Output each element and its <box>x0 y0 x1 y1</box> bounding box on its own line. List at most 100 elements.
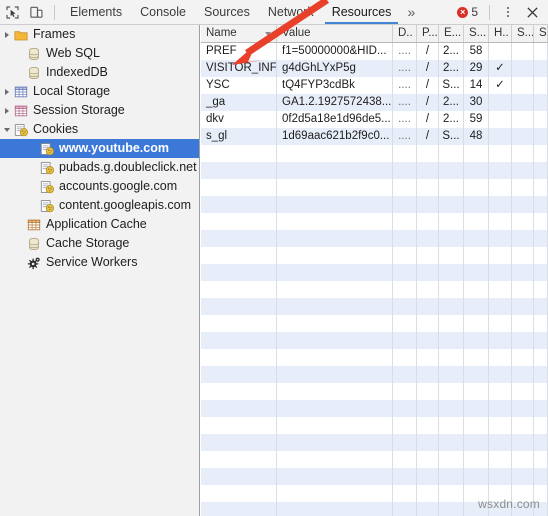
cell-empty <box>417 196 439 213</box>
inspect-element-icon[interactable] <box>0 0 24 24</box>
cell-empty <box>393 451 417 468</box>
tab-resources[interactable]: Resources <box>323 0 401 24</box>
table-row-empty <box>201 230 548 247</box>
cell-empty <box>439 179 464 196</box>
table-row-empty <box>201 451 548 468</box>
table-orange-icon <box>26 217 42 233</box>
resources-sidebar-tree[interactable]: Frames Web SQL IndexedDB Local Storage Sessi… <box>0 25 200 516</box>
sidebar-item-label: Web SQL <box>46 46 100 60</box>
column-header-path[interactable]: P... <box>417 25 439 42</box>
column-header-httponly[interactable]: H.. <box>489 25 512 42</box>
cell-empty <box>439 315 464 332</box>
sidebar-item-local-storage[interactable]: Local Storage <box>0 82 199 101</box>
cell-empty <box>534 247 548 264</box>
cell-value: tQ4FYP3cdBk <box>277 77 393 94</box>
cell-empty <box>512 332 534 349</box>
cell-size: 48 <box>464 128 489 145</box>
table-row[interactable]: PREF f1=50000000&HID......./2... 58 <box>201 43 548 60</box>
tab-sources[interactable]: Sources <box>195 0 259 24</box>
device-toolbar-icon[interactable] <box>24 0 48 24</box>
table-row-empty <box>201 468 548 485</box>
sidebar-item-web-sql[interactable]: Web SQL <box>0 44 199 63</box>
table-row-empty <box>201 196 548 213</box>
cell-empty <box>417 162 439 179</box>
chevron-right-icon[interactable] <box>0 82 13 101</box>
error-count: 5 <box>471 5 478 19</box>
column-header-secure[interactable]: S... <box>512 25 534 42</box>
cell-empty <box>534 349 548 366</box>
cell-empty <box>512 298 534 315</box>
cell-expires: 2... <box>439 60 464 77</box>
cell-empty <box>201 400 277 417</box>
cell-empty <box>417 213 439 230</box>
column-header-domain[interactable]: D.. <box>393 25 417 42</box>
cell-empty <box>512 281 534 298</box>
toolbar-divider <box>54 4 55 20</box>
sidebar-item-label: Cookies <box>33 122 79 136</box>
tab-elements[interactable]: Elements <box>61 0 131 24</box>
sidebar-item-cache-storage[interactable]: Cache Storage <box>0 234 199 253</box>
table-row-empty <box>201 383 548 400</box>
table-row[interactable]: s_gl 1d69aac621b2f9c0....... / S... 48 <box>201 128 548 145</box>
table-row[interactable]: VISITOR_INF...g4dGhLYxP5g..../2...29✓ <box>201 60 548 77</box>
cell-empty <box>393 196 417 213</box>
sidebar-item-session-storage[interactable]: Session Storage <box>0 101 199 120</box>
cell-expires: 2... <box>439 94 464 111</box>
devtools-toolbar: Elements Console Sources Network Resourc… <box>0 0 548 25</box>
cell-empty <box>277 247 393 264</box>
cell-path: / <box>417 43 439 60</box>
table-row[interactable]: YSC tQ4FYP3cdBk.... / S... 14 ✓ <box>201 77 548 94</box>
tab-console[interactable]: Console <box>131 0 195 24</box>
cell-empty <box>439 349 464 366</box>
sidebar-item-cookies[interactable]: Cookies <box>0 120 199 139</box>
cell-value: 0f2d5a18e1d96de5... <box>277 111 393 128</box>
kebab-menu-icon[interactable] <box>496 0 520 24</box>
column-header-size[interactable]: S... <box>464 25 489 42</box>
cell-expires: 2... <box>439 43 464 60</box>
cell-samesite <box>534 111 548 128</box>
chevron-down-icon[interactable] <box>0 120 13 139</box>
cell-samesite <box>534 128 548 145</box>
cell-empty <box>417 315 439 332</box>
sidebar-item-content-googleapis-com[interactable]: content.googleapis.com <box>0 196 199 215</box>
sidebar-item-pubads-g-doubleclick-net[interactable]: pubads.g.doubleclick.net <box>0 158 199 177</box>
column-header-samesite[interactable]: S... <box>534 25 548 42</box>
cell-empty <box>201 247 277 264</box>
column-header-value[interactable]: Value <box>277 25 393 42</box>
folder-icon <box>13 27 29 43</box>
chevron-right-icon[interactable] <box>0 25 13 44</box>
cell-name: YSC <box>201 77 277 94</box>
cell-empty <box>534 230 548 247</box>
column-header-expires[interactable]: E... <box>439 25 464 42</box>
cookies-table-body[interactable]: PREF f1=50000000&HID......./2... 58 VISITOR… <box>201 43 548 516</box>
cell-empty <box>534 315 548 332</box>
sidebar-item-service-workers[interactable]: Service Workers <box>0 253 199 272</box>
close-icon[interactable] <box>520 0 544 24</box>
sidebar-item-accounts-google-com[interactable]: accounts.google.com <box>0 177 199 196</box>
cell-empty <box>393 264 417 281</box>
cell-empty <box>417 145 439 162</box>
more-tabs-button[interactable]: » <box>400 0 422 24</box>
watermark: wsxdn.com <box>478 497 540 511</box>
sidebar-item-www-youtube-com[interactable]: www.youtube.com <box>0 139 199 158</box>
cell-empty <box>277 434 393 451</box>
cell-domain: .... <box>393 77 417 94</box>
sidebar-item-indexeddb[interactable]: IndexedDB <box>0 63 199 82</box>
sidebar-item-frames[interactable]: Frames <box>0 25 199 44</box>
tab-network[interactable]: Network <box>259 0 323 24</box>
error-badge[interactable]: × 5 <box>457 5 478 19</box>
cell-empty <box>277 485 393 502</box>
table-row[interactable]: dkv 0f2d5a18e1d96de5......./2... 59 <box>201 111 548 128</box>
table-row[interactable]: _ga GA1.2.1927572438......./2... 30 <box>201 94 548 111</box>
sidebar-item-application-cache[interactable]: Application Cache <box>0 215 199 234</box>
cell-path: / <box>417 128 439 145</box>
cell-empty <box>534 434 548 451</box>
chevron-right-icon[interactable] <box>0 101 13 120</box>
cookies-table[interactable]: Name Value D.. P... E... S... H.. S... S... PREF… <box>201 25 548 516</box>
cell-empty <box>277 162 393 179</box>
column-header-name[interactable]: Name <box>201 25 277 42</box>
